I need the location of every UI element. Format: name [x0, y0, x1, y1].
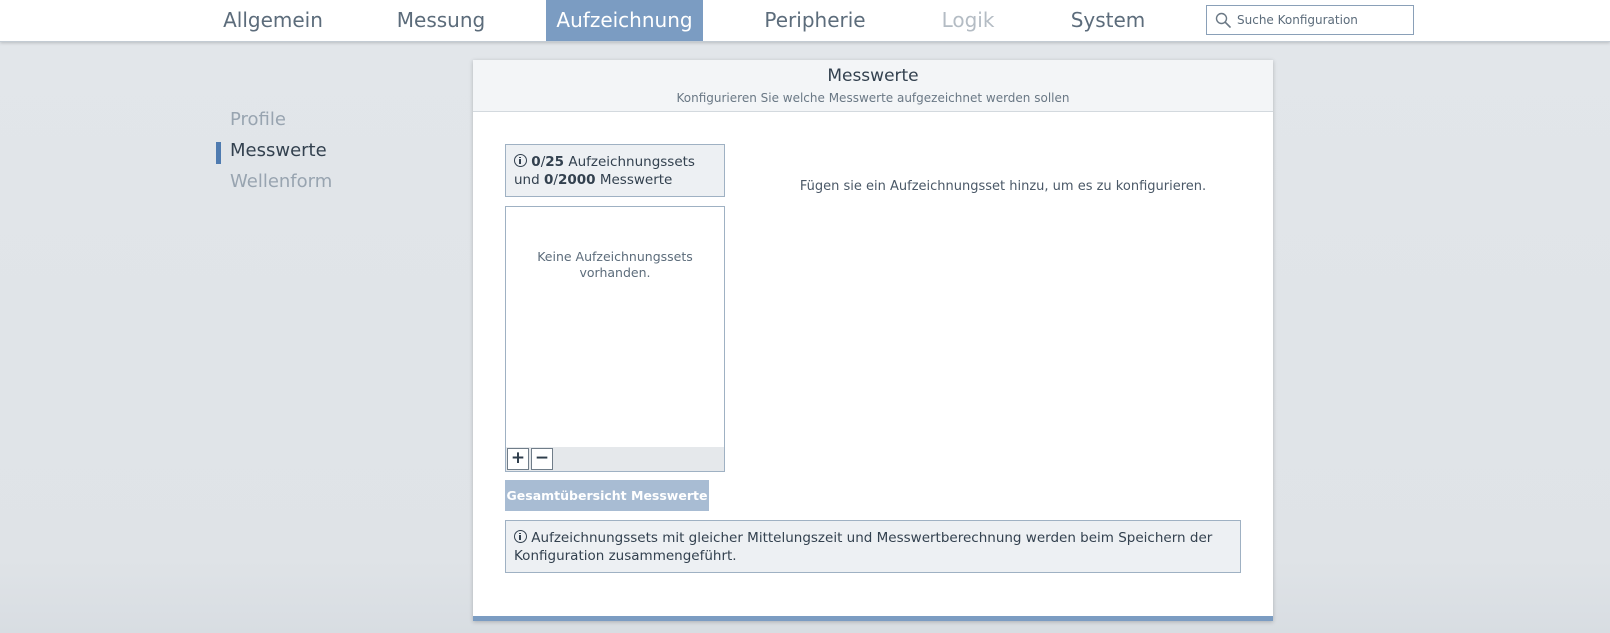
sets-label: Aufzeichnungssets — [568, 154, 695, 170]
sidebar-item-profile[interactable]: Profile — [230, 109, 286, 130]
values-used: 0 — [543, 172, 554, 188]
panel-header: Messwerte Konfigurieren Sie welche Messw… — [473, 60, 1273, 112]
search-icon — [1215, 12, 1231, 28]
sidebar-item-wellenform[interactable]: Wellenform — [230, 171, 332, 192]
messwerte-panel: Messwerte Konfigurieren Sie welche Messw… — [473, 60, 1273, 621]
panel-subtitle: Konfigurieren Sie welche Messwerte aufge… — [676, 91, 1070, 105]
stats-info-box: 0/25 Aufzeichnungssets und 0/2000 Messwe… — [505, 144, 725, 197]
stats-connector: und — [514, 172, 540, 188]
tab-system[interactable]: System — [1058, 0, 1158, 41]
search-input[interactable] — [1237, 8, 1407, 32]
sets-used: 0 — [531, 154, 541, 170]
top-navigation: Allgemein Messung Aufzeichnung Peripheri… — [0, 0, 1610, 42]
info-icon — [514, 530, 527, 543]
empty-list-message: Keine Aufzeichnungssets vorhanden. — [537, 249, 693, 280]
list-toolbar: + − — [506, 447, 724, 471]
remove-set-button[interactable]: − — [531, 448, 553, 470]
recording-sets-list[interactable]: Keine Aufzeichnungssets vorhanden. + − — [505, 206, 725, 472]
sidebar-item-messwerte[interactable]: Messwerte — [230, 140, 327, 161]
tab-messung[interactable]: Messung — [376, 0, 506, 41]
values-label: Messwerte — [599, 172, 673, 188]
add-set-button[interactable]: + — [507, 448, 529, 470]
tab-logik: Logik — [941, 8, 995, 32]
overview-measurements-button[interactable]: Gesamtübersicht Messwerte — [505, 480, 709, 511]
merge-hint-text: Aufzeichnungssets mit gleicher Mittelung… — [514, 530, 1213, 564]
search-box — [1206, 5, 1414, 35]
sidebar-active-marker — [216, 142, 221, 164]
empty-detail-message: Fügen sie ein Aufzeichnungsset hinzu, um… — [799, 179, 1207, 194]
tab-allgemein[interactable]: Allgemein — [208, 0, 338, 41]
tab-aufzeichnung[interactable]: Aufzeichnung — [546, 0, 703, 41]
values-max: 2000 — [557, 172, 596, 188]
tab-peripherie[interactable]: Peripherie — [750, 0, 880, 41]
merge-hint-box: Aufzeichnungssets mit gleicher Mittelung… — [505, 520, 1241, 573]
panel-title: Messwerte — [827, 66, 919, 86]
info-icon — [514, 154, 527, 167]
sets-max: 25 — [545, 154, 565, 170]
